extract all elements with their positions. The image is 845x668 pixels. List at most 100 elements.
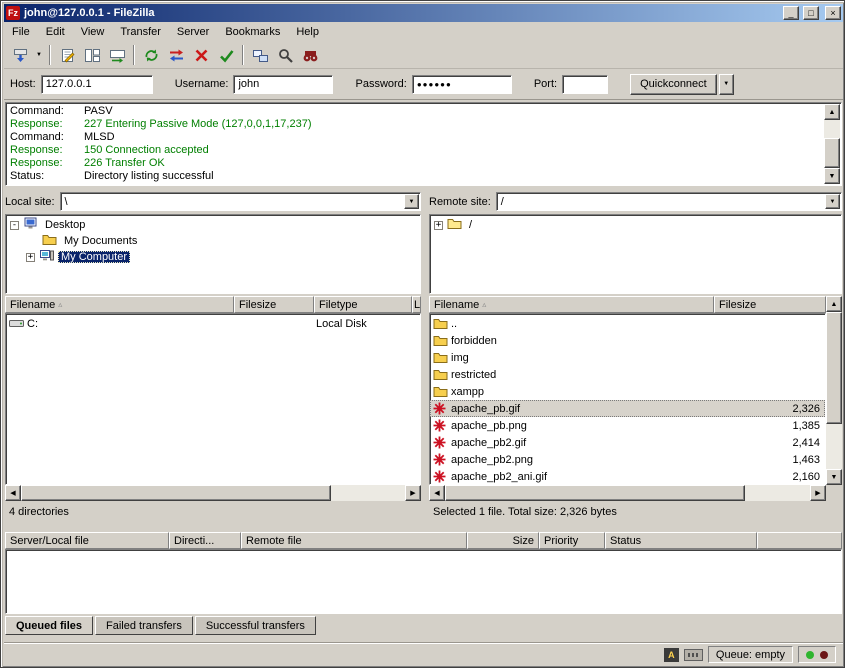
- scroll-down-icon[interactable]: ▼: [826, 469, 842, 485]
- file-row[interactable]: forbidden: [430, 332, 825, 349]
- folder-icon: [433, 368, 451, 381]
- column-header-filename[interactable]: Filename▵: [429, 296, 714, 313]
- column-header-filename[interactable]: Filename▵: [5, 296, 234, 313]
- scroll-left-icon[interactable]: ◀: [429, 485, 445, 501]
- scrollbar-thumb[interactable]: [21, 485, 331, 501]
- file-row[interactable]: apache_pb2_ani.gif 2,160: [430, 468, 825, 485]
- column-header-filesize[interactable]: Filesize: [714, 296, 826, 313]
- maximize-button[interactable]: □: [803, 6, 819, 20]
- compare-directories-icon[interactable]: [248, 43, 272, 67]
- column-header-status[interactable]: Status: [605, 532, 757, 549]
- password-input[interactable]: ●●●●●●: [412, 75, 512, 94]
- column-header-size[interactable]: Size: [467, 532, 539, 549]
- keypad-icon: [684, 649, 703, 661]
- tree-item-my-computer[interactable]: + My Computer: [6, 249, 420, 265]
- binoculars-icon[interactable]: [298, 43, 322, 67]
- file-row[interactable]: xampp: [430, 383, 825, 400]
- local-list-header: Filename▵ Filesize Filetype L: [5, 296, 421, 313]
- file-row[interactable]: img: [430, 349, 825, 366]
- scroll-left-icon[interactable]: ◀: [5, 485, 21, 501]
- menu-help[interactable]: Help: [288, 23, 327, 41]
- remote-list-hscrollbar[interactable]: ◀ ▶: [429, 485, 826, 501]
- column-label: Server/Local file: [10, 535, 89, 547]
- close-button[interactable]: ×: [825, 6, 841, 20]
- scroll-right-icon[interactable]: ▶: [810, 485, 826, 501]
- host-input[interactable]: 127.0.0.1: [41, 75, 153, 94]
- verify-icon[interactable]: [214, 43, 238, 67]
- collapse-icon[interactable]: -: [10, 221, 19, 230]
- titlebar[interactable]: Fz john@127.0.0.1 - FileZilla _ □ ×: [4, 4, 843, 22]
- tree-item-desktop[interactable]: - Desktop: [6, 217, 420, 233]
- log-prefix: Status:: [10, 170, 84, 183]
- local-site-combobox[interactable]: \ ▼: [60, 192, 421, 211]
- file-size: 2,160: [725, 471, 825, 483]
- local-list-hscrollbar[interactable]: ◀ ▶: [5, 485, 421, 501]
- file-row[interactable]: restricted: [430, 366, 825, 383]
- image-file-icon: [433, 419, 451, 432]
- username-input[interactable]: john: [233, 75, 333, 94]
- chevron-down-icon[interactable]: ▼: [825, 194, 840, 209]
- file-row[interactable]: apache_pb2.png 1,463: [430, 451, 825, 468]
- remote-list-scrollbar[interactable]: ▲ ▼: [826, 296, 842, 485]
- expand-icon[interactable]: +: [26, 253, 35, 262]
- menu-server[interactable]: Server: [169, 23, 217, 41]
- column-header-direction[interactable]: Directi...: [169, 532, 241, 549]
- menu-transfer[interactable]: Transfer: [112, 23, 169, 41]
- log-scrollbar[interactable]: ▲ ▼: [824, 104, 840, 184]
- expand-icon[interactable]: +: [434, 221, 443, 230]
- tab-successful-transfers[interactable]: Successful transfers: [195, 616, 316, 635]
- file-row[interactable]: apache_pb.png 1,385: [430, 417, 825, 434]
- log-prefix: Command:: [10, 131, 84, 144]
- process-queue-icon[interactable]: [164, 43, 188, 67]
- quickconnect-button[interactable]: Quickconnect: [630, 74, 717, 95]
- tab-queued-files[interactable]: Queued files: [5, 616, 93, 635]
- menu-view[interactable]: View: [73, 23, 113, 41]
- tree-item-root[interactable]: + /: [430, 217, 841, 233]
- toggle-message-log-icon[interactable]: [55, 43, 79, 67]
- site-manager-dropdown-icon[interactable]: ▼: [33, 43, 45, 67]
- minimize-button[interactable]: _: [783, 6, 799, 20]
- file-size: 2,414: [725, 437, 825, 449]
- cancel-icon[interactable]: [189, 43, 213, 67]
- scroll-up-icon[interactable]: ▲: [824, 104, 840, 120]
- image-file-icon: [433, 470, 451, 483]
- column-header-lastmodified[interactable]: L: [412, 296, 421, 313]
- quickconnect-dropdown-icon[interactable]: ▼: [719, 74, 734, 95]
- scrollbar-thumb[interactable]: [824, 138, 840, 168]
- remote-site-combobox[interactable]: / ▼: [496, 192, 842, 211]
- column-label: Priority: [544, 535, 578, 547]
- column-header-remote-file[interactable]: Remote file: [241, 532, 467, 549]
- toggle-queue-view-icon[interactable]: [105, 43, 129, 67]
- file-row[interactable]: C: Local Disk: [6, 315, 420, 332]
- column-header-server-local-file[interactable]: Server/Local file: [5, 532, 169, 549]
- tab-failed-transfers[interactable]: Failed transfers: [95, 616, 193, 635]
- scroll-right-icon[interactable]: ▶: [405, 485, 421, 501]
- chevron-down-icon[interactable]: ▼: [404, 194, 419, 209]
- toggle-tree-view-icon[interactable]: [80, 43, 104, 67]
- column-header-priority[interactable]: Priority: [539, 532, 605, 549]
- scrollbar-thumb[interactable]: [445, 485, 745, 501]
- file-row-selected[interactable]: apache_pb.gif 2,326: [430, 400, 825, 417]
- menu-file[interactable]: File: [4, 23, 38, 41]
- scrollbar-thumb[interactable]: [826, 312, 842, 424]
- computer-icon: [39, 249, 54, 265]
- scroll-down-icon[interactable]: ▼: [824, 168, 840, 184]
- column-header-filesize[interactable]: Filesize: [234, 296, 314, 313]
- scroll-up-icon[interactable]: ▲: [826, 296, 842, 312]
- app-icon: Fz: [6, 6, 20, 20]
- site-manager-icon[interactable]: [8, 43, 32, 67]
- refresh-icon[interactable]: [139, 43, 163, 67]
- file-name: xampp: [451, 386, 725, 398]
- column-label: Status: [610, 535, 641, 547]
- file-row[interactable]: apache_pb2.gif 2,414: [430, 434, 825, 451]
- menu-bookmarks[interactable]: Bookmarks: [217, 23, 288, 41]
- remote-site-label: Remote site:: [429, 196, 491, 208]
- find-files-icon[interactable]: [273, 43, 297, 67]
- column-header-filetype[interactable]: Filetype: [314, 296, 412, 313]
- toolbar-separator: [49, 45, 51, 65]
- local-site-row: Local site: \ ▼: [5, 191, 421, 212]
- menu-edit[interactable]: Edit: [38, 23, 73, 41]
- tree-item-my-documents[interactable]: My Documents: [6, 233, 420, 249]
- file-row[interactable]: ..: [430, 315, 825, 332]
- port-input[interactable]: [562, 75, 608, 94]
